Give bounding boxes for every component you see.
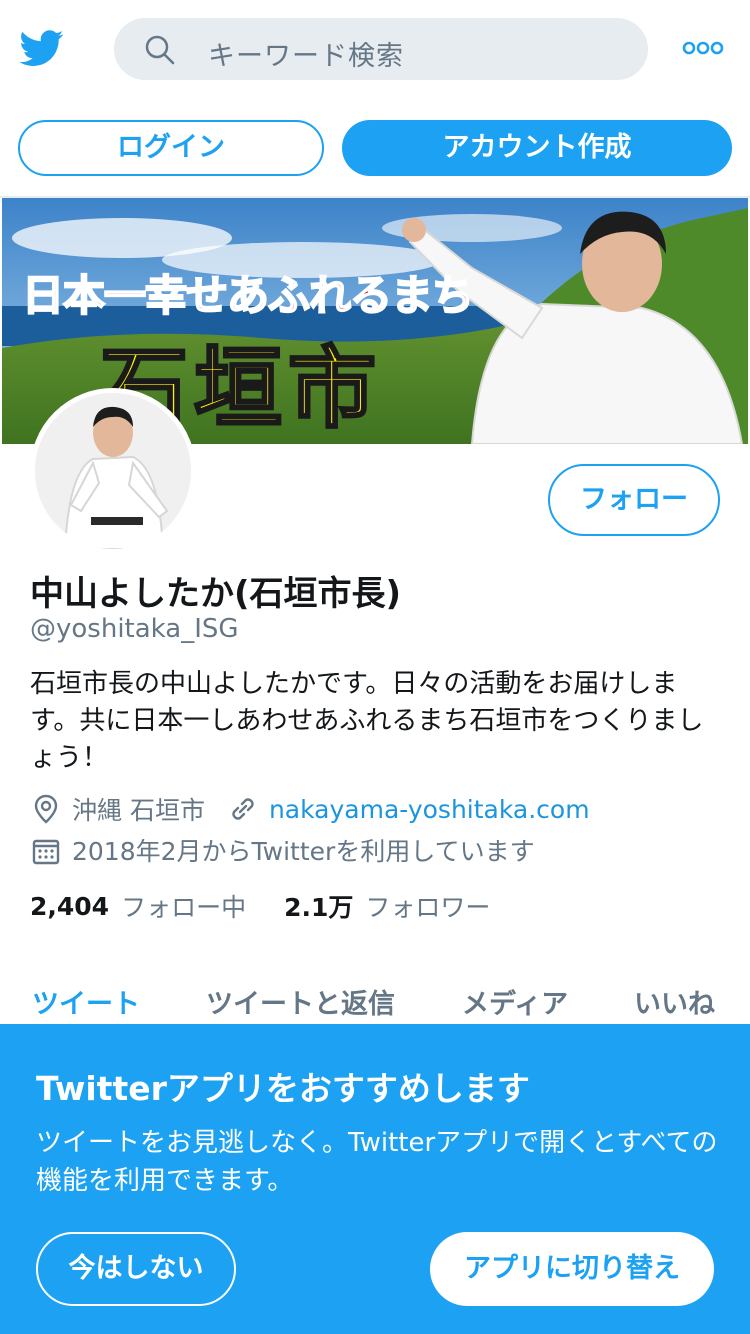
login-button[interactable]: ログイン [18,120,324,176]
twitter-bird-icon[interactable] [18,26,66,70]
following-label[interactable]: フォロー中 [121,888,246,924]
switch-to-app-button[interactable]: アプリに切り替え [430,1232,714,1306]
search-input[interactable]: キーワード検索 [114,18,648,80]
followers-label[interactable]: フォロワー [365,888,490,924]
signup-button[interactable]: アカウント作成 [342,120,732,176]
promo-text: ツイートをお見逃しなく。Twitterアプリで開くとすべての機能を利用できます。 [36,1128,718,1196]
profile-joined: 2018年2月からTwitterを利用しています [72,837,535,866]
profile-location: 沖縄 石垣市 [72,796,205,825]
follow-button[interactable]: フォロー [548,464,720,536]
calendar-icon [32,839,60,865]
profile-handle: @yoshitaka_ISG [30,614,239,644]
profile-website-link[interactable]: nakayama-yoshitaka.com [269,795,590,824]
profile-stats: 2,404 フォロー中 2.1万 フォロワー [30,888,490,924]
avatar-image [35,393,191,549]
promo-title: Twitterアプリをおすすめします [36,1069,530,1108]
more-dots-icon[interactable] [682,36,724,60]
app-promo-panel: Twitterアプリをおすすめします ツイートをお見逃しなく。Twitterアプ… [0,1024,750,1334]
search-icon [145,35,175,65]
banner-slogan: 日本一幸せあふれるまち [21,270,475,321]
link-icon [232,798,254,820]
profile-bio: 石垣市長の中山よしたかです。日々の活動をお届けします。共に日本一しあわせあふれる… [30,669,704,773]
tab-tweets[interactable]: ツイート [32,982,140,1021]
tab-media[interactable]: メディア [462,982,568,1021]
following-count[interactable]: 2,404 [30,892,109,921]
tab-tweets-and-replies[interactable]: ツイートと返信 [206,982,395,1021]
profile-meta-joined-row: 2018年2月からTwitterを利用しています [30,832,535,868]
not-now-button[interactable]: 今はしない [36,1232,236,1306]
location-pin-icon [34,794,58,824]
tab-likes[interactable]: いいね [634,982,715,1021]
top-bar: キーワード検索 [0,0,750,100]
profile-meta-location-row: 沖縄 石垣市 nakayama-yoshitaka.com [30,791,590,827]
profile-name: 中山よしたか(石垣市長) [30,574,402,614]
profile-tabs: ツイート ツイートと返信 メディア いいね [0,976,750,1024]
search-placeholder: キーワード検索 [208,41,404,72]
followers-count[interactable]: 2.1万 [284,888,353,924]
avatar[interactable] [30,388,196,554]
